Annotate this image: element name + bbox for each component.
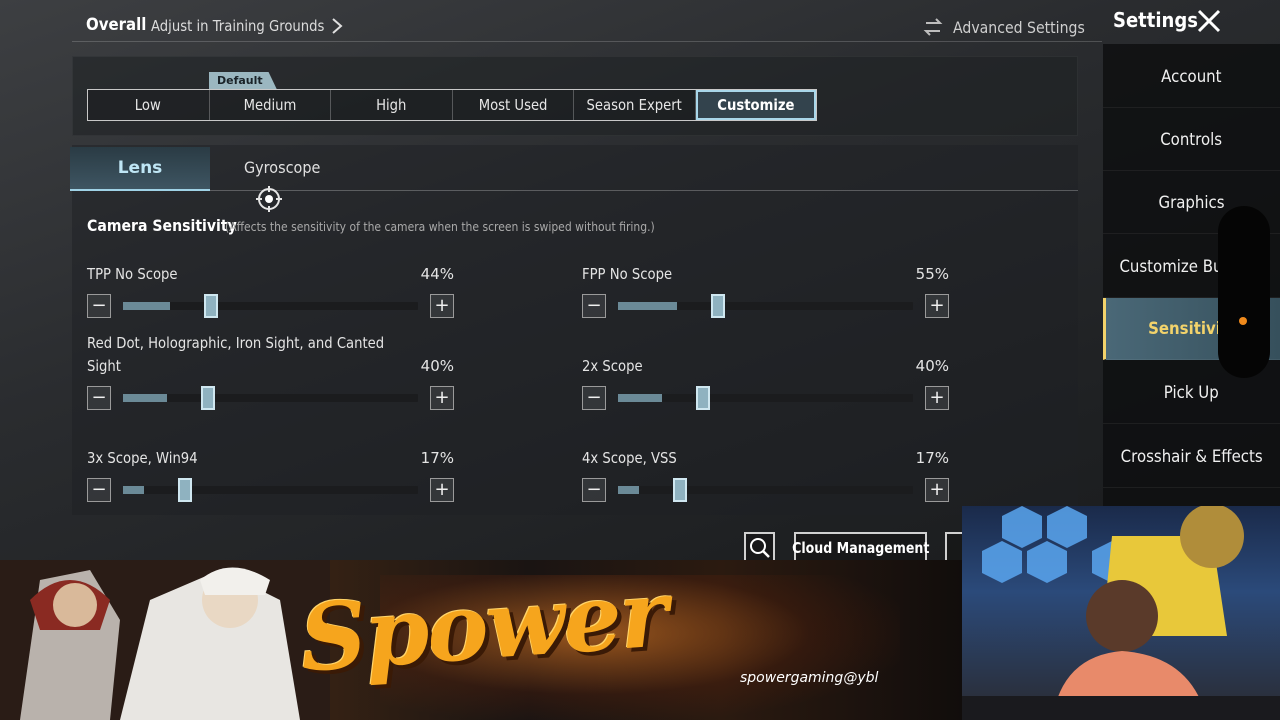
increase-button[interactable]: + [925,386,949,410]
search-icon [750,538,770,558]
slider-track[interactable] [618,294,913,318]
slider-value-3x: 17% [420,449,454,467]
advanced-settings-button[interactable]: Advanced Settings [953,18,1085,37]
plus-icon: + [929,295,945,316]
minus-icon: − [91,295,107,316]
minus-icon: − [586,387,602,408]
slider-thumb[interactable] [696,386,710,410]
slider-fill [618,486,639,494]
slider-value-2x: 40% [915,357,949,375]
preset-low[interactable]: Low [88,90,210,120]
slider-track[interactable] [618,478,913,502]
slider-thumb[interactable] [178,478,192,502]
slider-fill [123,486,144,494]
page-title: Settings [1113,8,1198,32]
minus-icon: − [586,295,602,316]
chevron-right-icon[interactable] [330,16,344,36]
slider-thumb[interactable] [204,294,218,318]
tabs-divider [72,190,1078,191]
streamer-webcam-image [962,506,1280,720]
plus-icon: + [929,387,945,408]
slider-label-fpp: FPP No Scope [582,265,673,283]
slider-value-fpp: 55% [915,265,949,283]
tab-lens[interactable]: Lens [70,147,210,191]
slider-value-tpp: 44% [420,265,454,283]
increase-button[interactable]: + [430,478,454,502]
decrease-button[interactable]: − [87,478,111,502]
crosshair-cursor-icon [256,186,282,212]
upi-handle: spowergaming@ybl [740,670,879,686]
slider-fill [618,302,677,310]
sidebar-item-controls[interactable]: Controls [1103,109,1280,171]
plus-icon: + [434,479,450,500]
cloud-management-button[interactable]: Cloud Management [792,532,929,563]
anime-characters-art [0,560,330,720]
slider-fill [123,302,170,310]
sidebar-item-account[interactable]: Account [1103,46,1280,108]
sidebar-scroll-overlay[interactable] [1218,206,1270,378]
top-divider [72,41,1102,42]
slider-fill [618,394,662,402]
decrease-button[interactable]: − [87,294,111,318]
preset-most-used[interactable]: Most Used [453,90,574,120]
decrease-button[interactable]: − [87,386,111,410]
close-icon[interactable] [1195,7,1223,35]
preset-high[interactable]: High [331,90,453,120]
slider-thumb[interactable] [201,386,215,410]
slider-value-4x: 17% [915,449,949,467]
decrease-button[interactable]: − [582,294,606,318]
preset-selector: Low Medium High Most Used Season Expert … [87,89,817,121]
tab-gyroscope[interactable]: Gyroscope [244,158,320,177]
slider-label-2x: 2x Scope [582,357,643,375]
plus-icon: + [434,295,450,316]
slider-thumb[interactable] [711,294,725,318]
preset-customize[interactable]: Customize [695,90,816,120]
minus-icon: − [91,387,107,408]
notification-dot [1239,317,1247,325]
slider-label-red-dot: Red Dot, Holographic, Iron Sight, and Ca… [87,334,385,352]
minus-icon: − [91,479,107,500]
plus-icon: + [929,479,945,500]
increase-button[interactable]: + [430,294,454,318]
increase-button[interactable]: + [925,294,949,318]
slider-track[interactable] [123,294,418,318]
sidebar-item-crosshair[interactable]: Crosshair & Effects [1103,426,1280,488]
slider-track[interactable] [123,478,418,502]
slider-track[interactable] [123,386,418,410]
slider-track[interactable] [618,386,913,410]
plus-icon: + [434,387,450,408]
camera-sensitivity-title: Camera Sensitivity [87,216,237,235]
camera-sensitivity-desc: (Affects the sensitivity of the camera w… [225,220,655,234]
increase-button[interactable]: + [925,478,949,502]
slider-label-3x: 3x Scope, Win94 [87,449,198,467]
preset-medium[interactable]: Medium [210,90,331,120]
webcam-feed [962,506,1280,720]
slider-fill [123,394,167,402]
adjust-training-link[interactable]: Adjust in Training Grounds [151,17,324,35]
default-tag: Default [209,72,277,89]
slider-label-red-dot-cont: Sight [87,357,121,375]
slider-thumb[interactable] [673,478,687,502]
minus-icon: − [586,479,602,500]
decrease-button[interactable]: − [582,386,606,410]
increase-button[interactable]: + [430,386,454,410]
slider-label-4x: 4x Scope, VSS [582,449,677,467]
swap-arrows-icon[interactable] [922,18,944,36]
search-button[interactable] [744,532,775,563]
slider-label-tpp: TPP No Scope [87,265,178,283]
decrease-button[interactable]: − [582,478,606,502]
breadcrumb-overall[interactable]: Overall [86,15,146,35]
slider-value-red-dot: 40% [420,357,454,375]
preset-season-expert[interactable]: Season Expert [574,90,696,120]
